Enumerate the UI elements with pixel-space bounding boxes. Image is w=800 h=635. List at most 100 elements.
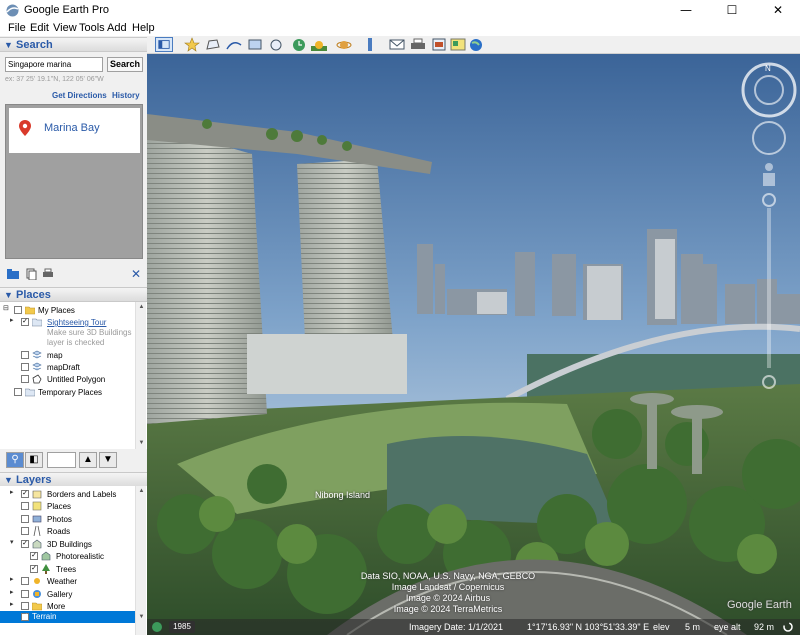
ruler-icon[interactable]: [361, 37, 379, 52]
collapse-arrow-icon: ▼: [4, 40, 13, 50]
eye-alt-label: eye alt: [714, 622, 741, 632]
folder-icon: [32, 602, 42, 611]
layers-scrollbar[interactable]: ▲ ▼: [135, 486, 146, 635]
clear-search-icon[interactable]: ✕: [131, 267, 141, 281]
historical-imagery-icon[interactable]: [290, 37, 308, 52]
panel-toggle-icon[interactable]: ◧: [25, 452, 43, 468]
image-overlay-icon[interactable]: [246, 37, 264, 52]
minimize-button[interactable]: —: [663, 0, 709, 21]
clock-icon[interactable]: [151, 621, 163, 633]
scroll-up-arrow-icon[interactable]: ▲: [136, 486, 147, 497]
sunlight-icon[interactable]: [310, 37, 328, 52]
earth-3d-view[interactable]: N Nibong Island Data SIO, NOAA, U.S. Nav…: [147, 54, 800, 635]
checkbox[interactable]: ✓: [21, 318, 29, 326]
search-in-places-icon[interactable]: ⚲: [6, 452, 24, 468]
layer-roads[interactable]: Roads: [0, 526, 135, 538]
layer-terrain[interactable]: ✓ Terrain: [0, 611, 135, 623]
checkbox[interactable]: ✓: [30, 565, 38, 573]
copy-icon[interactable]: [25, 268, 37, 280]
imagery-credits: Data SIO, NOAA, U.S. Navy, NGA, GEBCO Im…: [353, 571, 543, 615]
checkbox[interactable]: [21, 577, 29, 585]
save-image-icon[interactable]: [430, 37, 448, 52]
compass-ring-icon[interactable]: N: [741, 62, 797, 118]
checkbox[interactable]: [14, 388, 22, 396]
look-joystick-icon[interactable]: [751, 120, 787, 156]
move-down-icon[interactable]: ▼: [99, 452, 117, 468]
layer-photorealistic[interactable]: ✓ Photorealistic: [0, 551, 135, 563]
print-icon[interactable]: [42, 268, 54, 280]
search-hint: ex: 37 25' 19.1"N, 122 05' 06"W: [5, 76, 104, 83]
zoom-slider[interactable]: [761, 192, 777, 392]
planet-switch-icon[interactable]: [335, 37, 353, 52]
layer-weather[interactable]: ▸ Weather: [0, 576, 135, 588]
tree-item-temporary-places[interactable]: Temporary Places: [0, 387, 135, 399]
building-icon: [41, 551, 51, 561]
scroll-down-arrow-icon[interactable]: ▼: [136, 612, 147, 623]
tree-item-map[interactable]: map: [0, 350, 135, 362]
path-tool-icon[interactable]: [225, 37, 243, 52]
view-in-maps-icon[interactable]: [449, 37, 467, 52]
scroll-up-arrow-icon[interactable]: ▲: [136, 302, 147, 313]
layer-3d-buildings[interactable]: ▾ ✓ 3D Buildings: [0, 539, 135, 551]
places-panel-title: Places: [16, 289, 51, 301]
places-scrollbar[interactable]: ▲ ▼: [135, 302, 146, 449]
tree-item-my-places[interactable]: ⊟ My Places: [0, 305, 135, 317]
status-bar: 1985 Imagery Date: 1/1/2021 1°17'16.93" …: [147, 619, 800, 635]
email-icon[interactable]: [388, 37, 406, 52]
checkbox[interactable]: [21, 363, 29, 371]
expand-icon[interactable]: ▸: [10, 589, 16, 597]
add-to-places-icon[interactable]: [7, 268, 19, 280]
checkbox[interactable]: [21, 375, 29, 383]
tree-item-label: mapDraft: [47, 363, 80, 372]
tree-item-label[interactable]: Sightseeing Tour: [47, 318, 106, 327]
sidebar-toggle-icon[interactable]: [155, 37, 173, 52]
layer-photos[interactable]: Photos: [0, 514, 135, 526]
expand-icon[interactable]: ▸: [10, 601, 16, 609]
checkbox[interactable]: [21, 351, 29, 359]
tree-item-untitled-polygon[interactable]: Untitled Polygon: [0, 374, 135, 386]
photo-icon: [32, 515, 42, 523]
tree-item-mapdraft[interactable]: mapDraft: [0, 362, 135, 374]
layers-panel-header[interactable]: ▼ Layers: [0, 472, 147, 487]
print-toolbar-icon[interactable]: [409, 37, 427, 52]
checkbox[interactable]: ✓: [30, 552, 38, 560]
places-filter-input[interactable]: [47, 452, 76, 468]
earth-icon[interactable]: [467, 37, 485, 52]
layer-gallery[interactable]: ▸ Gallery: [0, 589, 135, 601]
checkbox[interactable]: [21, 602, 29, 610]
get-directions-link[interactable]: Get Directions: [52, 91, 107, 100]
street-view-pegman-icon[interactable]: [759, 162, 779, 188]
collapse-icon[interactable]: ▾: [10, 539, 16, 547]
expand-icon[interactable]: ▸: [10, 489, 16, 497]
maximize-button[interactable]: ☐: [709, 0, 755, 21]
scroll-down-arrow-icon[interactable]: ▼: [136, 438, 147, 449]
layer-borders-and-labels[interactable]: ▸ ✓ Borders and Labels: [0, 489, 135, 501]
checkbox[interactable]: ✓: [21, 613, 29, 621]
search-button[interactable]: Search: [107, 57, 143, 72]
polygon-tool-icon[interactable]: [204, 37, 222, 52]
checkbox[interactable]: ✓: [21, 540, 29, 548]
checkbox[interactable]: [21, 527, 29, 535]
checkbox[interactable]: ✓: [21, 490, 29, 498]
checkbox[interactable]: [21, 590, 29, 598]
expand-icon[interactable]: ⊟: [3, 305, 9, 313]
search-panel-header[interactable]: ▼ Search: [0, 37, 147, 52]
layer-places[interactable]: Places: [0, 501, 135, 513]
layer-trees[interactable]: ✓ Trees: [0, 564, 135, 576]
historical-year-badge[interactable]: 1985: [169, 621, 195, 633]
places-panel-header[interactable]: ▼ Places: [0, 287, 147, 302]
history-link[interactable]: History: [112, 91, 140, 100]
checkbox[interactable]: [21, 515, 29, 523]
imagery-date: Imagery Date: 1/1/2021: [409, 622, 504, 632]
close-button[interactable]: ✕: [755, 0, 800, 21]
move-up-icon[interactable]: ▲: [79, 452, 97, 468]
layer-label: Trees: [56, 565, 77, 574]
checkbox[interactable]: [14, 306, 22, 314]
search-result-item[interactable]: Marina Bay: [9, 108, 140, 153]
placemark-icon[interactable]: [183, 37, 201, 52]
search-input[interactable]: [5, 57, 103, 72]
checkbox[interactable]: [21, 502, 29, 510]
expand-icon[interactable]: ▸: [10, 576, 16, 584]
expand-icon[interactable]: ▸: [10, 317, 16, 325]
record-tour-icon[interactable]: [267, 37, 285, 52]
